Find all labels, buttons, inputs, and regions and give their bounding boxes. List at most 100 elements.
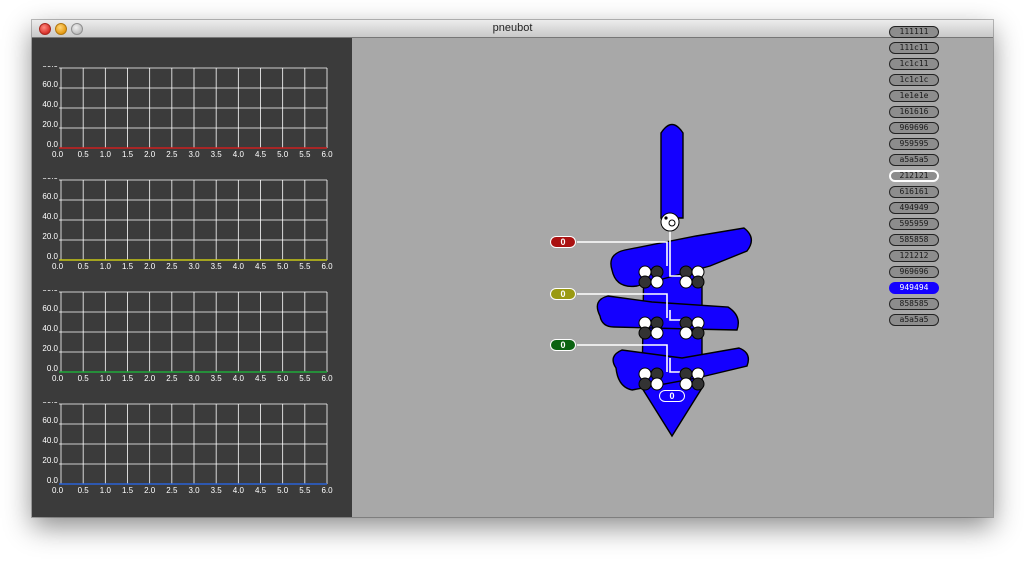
x-tick-label: 1.0 [100,262,112,271]
sensor-graph-2: 80.0 60.0 40.0 20.0 0.00.0 0.5 1.0 1.5 2.0 2.5 3.0… [32,178,352,288]
y-tick-label: 40.0 [42,324,58,333]
y-tick-label: 80.0 [42,290,58,293]
y-tick-label: 60.0 [42,192,58,201]
x-tick-label: 0.5 [78,262,90,271]
x-tick-label: 6.0 [321,374,333,383]
x-tick-label: 4.0 [233,374,245,383]
pattern-item[interactable]: 969696 [889,266,939,278]
y-tick-label: 20.0 [42,456,58,465]
x-tick-label: 3.0 [188,374,200,383]
x-tick-label: 2.0 [144,486,156,495]
x-tick-label: 1.5 [122,262,134,271]
x-tick-label: 2.5 [166,262,178,271]
x-tick-label: 3.5 [211,150,223,159]
x-tick-label: 4.0 [233,150,245,159]
pattern-item[interactable]: 595959 [889,218,939,230]
x-tick-label: 3.0 [188,262,200,271]
x-tick-label: 4.5 [255,150,267,159]
pattern-item[interactable]: 494949 [889,202,939,214]
x-tick-label: 5.5 [299,150,311,159]
pattern-item[interactable]: 1e1e1e [889,90,939,102]
x-tick-label: 3.0 [188,486,200,495]
pattern-item[interactable]: 959595 [889,138,939,150]
pattern-item[interactable]: 111111 [889,26,939,38]
pattern-item[interactable]: 1c1c11 [889,58,939,70]
x-tick-label: 0.0 [52,150,64,159]
pattern-item[interactable]: 585858 [889,234,939,246]
pattern-item[interactable]: 212121 [889,170,939,182]
x-tick-label: 0.0 [52,486,64,495]
y-tick-label: 0.0 [47,252,59,261]
y-tick-label: 40.0 [42,100,58,109]
y-tick-label: 80.0 [42,402,58,405]
robot-head [660,123,684,219]
counter-green[interactable]: 0 [550,339,576,351]
counter-red[interactable]: 0 [550,236,576,248]
x-tick-label: 5.0 [277,486,289,495]
x-tick-label: 5.5 [299,486,311,495]
sensor-graph-4: 80.0 60.0 40.0 20.0 0.00.0 0.5 1.0 1.5 2.0 2.5 3.0… [32,402,352,512]
y-tick-label: 40.0 [42,436,58,445]
y-tick-label: 0.0 [47,476,59,485]
x-tick-label: 5.5 [299,262,311,271]
x-tick-label: 1.5 [122,374,134,383]
x-tick-label: 3.5 [211,262,223,271]
title-bar: pneubot [32,20,993,38]
x-tick-label: 2.0 [144,262,156,271]
y-tick-label: 20.0 [42,120,58,129]
x-tick-label: 6.0 [321,486,333,495]
x-tick-label: 4.0 [233,486,245,495]
x-tick-label: 6.0 [321,262,333,271]
y-tick-label: 0.0 [47,140,59,149]
x-tick-label: 1.0 [100,374,112,383]
app-window: pneubot 80.060.040.020.00.00.00.51.01.52… [32,20,993,517]
pattern-item[interactable]: 111c11 [889,42,939,54]
x-tick-label: 5.0 [277,150,289,159]
y-tick-label: 80.0 [42,178,58,181]
pattern-item[interactable]: a5a5a5 [889,314,939,326]
pattern-item[interactable]: a5a5a5 [889,154,939,166]
pressure-sensor-icon [660,212,680,232]
x-tick-label: 2.0 [144,374,156,383]
x-tick-label: 4.5 [255,486,267,495]
sensor-graph-3: 80.0 60.0 40.0 20.0 0.00.0 0.5 1.0 1.5 2.0 2.5 3.0… [32,290,352,400]
x-tick-label: 0.5 [78,374,90,383]
x-tick-label: 5.0 [277,262,289,271]
y-tick-label: 60.0 [42,304,58,313]
pattern-item[interactable]: 949494 [889,282,939,294]
pattern-item[interactable]: 858585 [889,298,939,310]
counter-tail[interactable]: 0 [659,390,685,402]
y-tick-label: 20.0 [42,344,58,353]
pattern-item[interactable]: 1c1c1c [889,74,939,86]
pattern-item[interactable]: 121212 [889,250,939,262]
x-tick-label: 5.0 [277,374,289,383]
x-tick-label: 0.0 [52,262,64,271]
y-tick-label: 40.0 [42,212,58,221]
x-tick-label: 2.5 [166,486,178,495]
x-tick-label: 1.5 [122,150,134,159]
x-tick-label: 4.5 [255,262,267,271]
y-tick-label: 20.0 [42,232,58,241]
pattern-item[interactable]: 969696 [889,122,939,134]
x-tick-label: 2.5 [166,374,178,383]
x-tick-label: 0.5 [78,150,90,159]
x-tick-label: 1.0 [100,150,112,159]
x-tick-label: 2.0 [144,150,156,159]
x-tick-label: 5.5 [299,374,311,383]
x-tick-label: 6.0 [321,150,333,159]
x-tick-label: 3.5 [211,486,223,495]
y-tick-label: 0.0 [47,364,59,373]
x-tick-label: 0.0 [52,374,64,383]
window-title: pneubot [492,22,533,34]
x-tick-label: 0.5 [78,486,90,495]
x-tick-label: 4.0 [233,262,245,271]
pattern-item[interactable]: 161616 [889,106,939,118]
sensor-graph-1: 80.0 60.0 40.0 20.0 0.00.0 0.5 1.0 1.5 2.0 2.5 3.0… [32,66,352,176]
x-tick-label: 1.0 [100,486,112,495]
x-tick-label: 4.5 [255,374,267,383]
pattern-item[interactable]: 616161 [889,186,939,198]
y-tick-label: 80.0 [42,66,58,69]
x-tick-label: 1.5 [122,486,134,495]
counter-yellow[interactable]: 0 [550,288,576,300]
y-tick-label: 60.0 [42,416,58,425]
